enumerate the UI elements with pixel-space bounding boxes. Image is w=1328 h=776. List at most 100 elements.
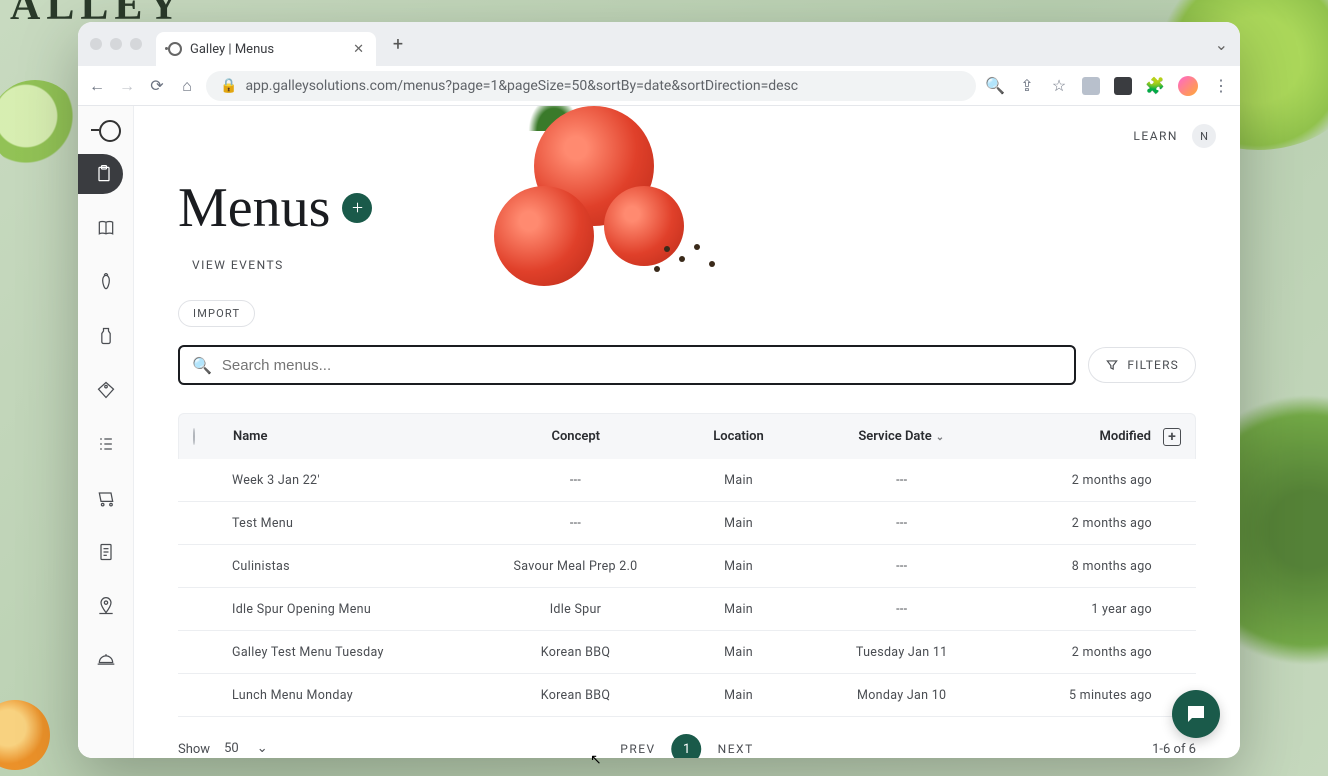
cell-name: Idle Spur Opening Menu — [226, 602, 482, 617]
url-text: app.galleysolutions.com/menus?page=1&pag… — [245, 78, 798, 94]
extension-2-icon[interactable] — [1114, 77, 1132, 95]
table-row[interactable]: Idle Spur Opening MenuIdle SpurMain---1 … — [178, 588, 1196, 631]
browser-addressbar: ← → ⟳ ⌂ 🔒 app.galleysolutions.com/menus?… — [78, 66, 1240, 106]
cell-name: Culinistas — [226, 559, 482, 574]
th-service-date[interactable]: Service Date⌄ — [808, 429, 994, 444]
cell-modified: 8 months ago — [995, 559, 1158, 574]
browser-menu-icon[interactable]: ⋮ — [1212, 77, 1230, 95]
result-range: 1-6 of 6 — [1152, 742, 1196, 757]
extension-1-icon[interactable] — [1082, 77, 1100, 95]
table-row[interactable]: Galley Test Menu TuesdayKorean BBQMainTu… — [178, 631, 1196, 674]
select-all-checkbox[interactable] — [193, 428, 195, 445]
table-row[interactable]: Test Menu---Main---2 months ago — [178, 502, 1196, 545]
tab-title: Galley | Menus — [190, 42, 274, 57]
show-label: Show — [178, 742, 210, 757]
filters-button[interactable]: FILTERS — [1088, 347, 1196, 383]
nav-forward-icon[interactable]: → — [118, 77, 136, 95]
table-row[interactable]: Lunch Menu MondayKorean BBQMainMonday Ja… — [178, 674, 1196, 717]
lock-icon: 🔒 — [220, 78, 237, 94]
sidebar-item-locations[interactable] — [86, 586, 126, 626]
tag-icon — [96, 380, 116, 400]
extensions-puzzle-icon[interactable]: 🧩 — [1146, 77, 1164, 95]
traffic-close[interactable] — [90, 38, 102, 50]
sidebar-item-menus[interactable] — [78, 154, 123, 194]
sidebar-item-tags[interactable] — [86, 370, 126, 410]
nav-home-icon[interactable]: ⌂ — [178, 77, 196, 95]
cell-modified: 2 months ago — [995, 473, 1158, 488]
tab-close-icon[interactable]: ✕ — [353, 42, 364, 57]
table-body: Week 3 Jan 22'---Main---2 months agoTest… — [178, 459, 1196, 717]
sidebar-logo[interactable] — [91, 120, 121, 140]
cell-modified: 1 year ago — [995, 602, 1158, 617]
carrot-icon — [96, 272, 116, 292]
table-row[interactable]: CulinistasSavour Meal Prep 2.0Main---8 m… — [178, 545, 1196, 588]
app-sidebar — [78, 106, 134, 758]
main-content: LEARN N Menus + VIEW EVENTS IMPORT — [134, 106, 1240, 758]
page-zoom-icon[interactable]: 🔍 — [986, 77, 1004, 95]
profile-avatar-icon[interactable] — [1178, 76, 1198, 96]
cell-service-date: Tuesday Jan 11 — [809, 645, 995, 660]
import-button[interactable]: IMPORT — [178, 300, 255, 327]
sidebar-item-catering[interactable] — [86, 640, 126, 680]
learn-link[interactable]: LEARN — [1133, 129, 1178, 143]
dish-icon — [96, 650, 116, 670]
th-concept[interactable]: Concept — [483, 429, 669, 444]
sidebar-item-documents[interactable] — [86, 532, 126, 572]
bookmark-star-icon[interactable]: ☆ — [1050, 77, 1068, 95]
cell-name: Test Menu — [226, 516, 482, 531]
add-column-button[interactable]: + — [1163, 428, 1181, 446]
sidebar-item-shipping[interactable] — [86, 478, 126, 518]
decoration-orange — [0, 700, 50, 770]
traffic-minimize[interactable] — [110, 38, 122, 50]
search-input[interactable] — [222, 357, 1062, 374]
user-avatar[interactable]: N — [1192, 124, 1216, 148]
hero-tomato-image — [454, 106, 794, 296]
new-tab-button[interactable]: + — [384, 30, 412, 58]
cart-icon — [96, 488, 116, 508]
prev-button[interactable]: PREV — [620, 742, 655, 756]
cell-concept: Korean BBQ — [482, 688, 668, 703]
sidebar-item-inventory[interactable] — [86, 316, 126, 356]
traffic-zoom[interactable] — [130, 38, 142, 50]
menus-table: Name Concept Location Service Date⌄ Modi… — [178, 413, 1196, 717]
page-size-value: 50 — [224, 741, 239, 756]
tabs-dropdown-icon[interactable]: ⌄ — [1215, 35, 1228, 54]
th-modified[interactable]: Modified — [994, 429, 1157, 444]
url-field[interactable]: 🔒 app.galleysolutions.com/menus?page=1&p… — [206, 71, 976, 101]
cell-concept: Idle Spur — [482, 602, 668, 617]
share-icon[interactable]: ⇪ — [1018, 77, 1036, 95]
nav-reload-icon[interactable]: ⟳ — [148, 77, 166, 95]
clipboard-icon — [94, 164, 114, 184]
cell-service-date: --- — [809, 602, 995, 617]
document-icon — [96, 542, 116, 562]
window-traffic-lights[interactable] — [90, 38, 142, 50]
page-number[interactable]: 1 — [672, 734, 702, 758]
cell-location: Main — [669, 473, 809, 488]
cell-location: Main — [669, 516, 809, 531]
sidebar-item-reports[interactable] — [86, 424, 126, 464]
th-name[interactable]: Name — [227, 429, 483, 444]
browser-tab[interactable]: Galley | Menus ✕ — [156, 32, 376, 66]
cell-location: Main — [669, 559, 809, 574]
tab-favicon — [168, 42, 182, 56]
next-button[interactable]: NEXT — [718, 742, 754, 756]
intercom-launcher[interactable] — [1172, 690, 1220, 738]
page-size-select[interactable]: 50 ⌄ — [218, 739, 274, 758]
cell-name: Galley Test Menu Tuesday — [226, 645, 482, 660]
sidebar-item-ingredients[interactable] — [86, 262, 126, 302]
browser-window: Galley | Menus ✕ + ⌄ ← → ⟳ ⌂ 🔒 app.galle… — [78, 22, 1240, 758]
list-icon — [96, 434, 116, 454]
nav-back-icon[interactable]: ← — [88, 77, 106, 95]
sidebar-item-recipes[interactable] — [86, 208, 126, 248]
th-location[interactable]: Location — [669, 429, 809, 444]
add-menu-button[interactable]: + — [342, 193, 372, 223]
chevron-down-icon: ⌄ — [257, 741, 268, 756]
sort-chevron-icon: ⌄ — [936, 432, 944, 443]
search-box[interactable]: 🔍 — [178, 345, 1076, 385]
filter-icon — [1105, 358, 1119, 372]
cell-concept: --- — [482, 473, 668, 488]
cell-location: Main — [669, 688, 809, 703]
cell-name: Week 3 Jan 22' — [226, 473, 482, 488]
search-icon: 🔍 — [192, 356, 212, 375]
table-row[interactable]: Week 3 Jan 22'---Main---2 months ago — [178, 459, 1196, 502]
